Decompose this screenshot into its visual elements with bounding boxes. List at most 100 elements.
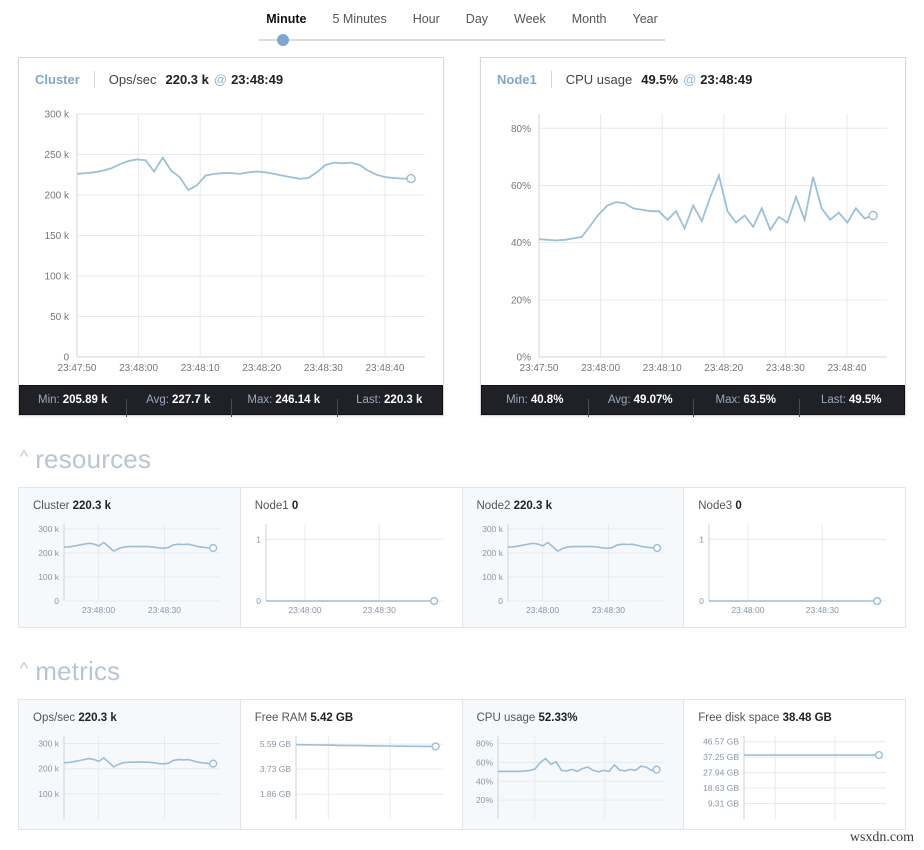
chart-stats-bar: Min: 40.8% Avg: 49.07% Max: 63.5% Last: 49.5% bbox=[481, 385, 905, 417]
metric-card-cpu-usage[interactable]: CPU usage 52.33% 20% 40% 60% 80% bbox=[462, 699, 685, 830]
svg-text:9.31 GB: 9.31 GB bbox=[708, 799, 740, 809]
svg-text:300 k: 300 k bbox=[38, 739, 60, 749]
metric-card-free-ram[interactable]: Free RAM 5.42 GB 1.86 GB 3.73 GB 5.59 GB bbox=[240, 699, 463, 830]
chart-node-label[interactable]: Cluster bbox=[35, 72, 80, 87]
svg-text:20%: 20% bbox=[475, 795, 492, 805]
time-range-slider-track[interactable] bbox=[259, 34, 665, 46]
metric-card-value: 220.3 k bbox=[78, 712, 117, 724]
metric-card-value: 220.3 k bbox=[513, 500, 552, 512]
metric-card-label: Node1 bbox=[254, 500, 289, 512]
svg-text:1.86 GB: 1.86 GB bbox=[260, 789, 292, 799]
stat-avg: Avg: 227.7 k bbox=[125, 394, 232, 417]
metric-card-label: CPU usage bbox=[476, 712, 536, 724]
section-header-resources[interactable]: ^ resources bbox=[0, 444, 924, 475]
chart-current-value: 220.3 k bbox=[165, 72, 209, 87]
svg-text:23:48:30: 23:48:30 bbox=[806, 605, 839, 615]
time-range-tab-month[interactable]: Month bbox=[559, 11, 620, 27]
metric-card-plot[interactable]: 0 100 k 200 k 300 k 23:48:00 23:48:30 bbox=[473, 516, 674, 621]
svg-text:0: 0 bbox=[256, 596, 261, 606]
svg-text:23:48:10: 23:48:10 bbox=[181, 363, 220, 374]
metric-card-title: Node1 0 bbox=[255, 500, 452, 512]
metric-card-free-disk-space[interactable]: Free disk space 38.48 GB 9.31 GB 18.63 GB 2… bbox=[684, 699, 906, 830]
metric-card-node3[interactable]: Node3 0 0 1 23:48:00 23:48:30 bbox=[684, 487, 906, 628]
collapse-caret-icon[interactable]: ^ bbox=[20, 660, 28, 677]
time-range-tab-5-minutes[interactable]: 5 Minutes bbox=[320, 11, 400, 27]
svg-text:18.63 GB: 18.63 GB bbox=[703, 783, 739, 793]
svg-text:60%: 60% bbox=[475, 757, 492, 767]
chart-stats-bar: Min: 205.89 k Avg: 227.7 k Max: 246.14 k Last:… bbox=[19, 385, 443, 417]
card-row-resources: Cluster 220.3 k 0 100 k 200 k 300 k 23:48:00 2… bbox=[0, 487, 924, 628]
chart-plot-area[interactable]: 0 50 k 100 k 150 k 200 k 250 k 300 k 23:47:50 23… bbox=[19, 100, 443, 385]
svg-text:23:48:00: 23:48:00 bbox=[288, 605, 321, 615]
svg-text:100 k: 100 k bbox=[45, 272, 70, 283]
metric-card-plot[interactable]: 0 100 k 200 k 300 k 23:48:00 23:48:30 bbox=[29, 516, 230, 621]
metric-card-label: Ops/sec bbox=[33, 712, 76, 724]
stat-value: 246.14 k bbox=[275, 394, 321, 406]
chart-metric-label: Ops/sec bbox=[108, 72, 157, 87]
metric-card-plot[interactable]: 20% 40% 60% 80% bbox=[473, 728, 674, 823]
dashboard-page: Minute 5 Minutes Hour Day Week Month Year Clus… bbox=[0, 0, 924, 850]
svg-text:23:48:30: 23:48:30 bbox=[304, 363, 343, 374]
time-range-slider-knob[interactable] bbox=[277, 34, 290, 46]
metric-card-value: 220.3 k bbox=[72, 500, 112, 512]
metric-card-ops-sec[interactable]: Ops/sec 220.3 k 100 k 200 k 300 k bbox=[18, 699, 241, 830]
svg-text:200 k: 200 k bbox=[45, 191, 70, 202]
stat-label: Last: bbox=[356, 394, 382, 406]
svg-text:5.59 GB: 5.59 GB bbox=[260, 739, 292, 749]
svg-text:300 k: 300 k bbox=[38, 524, 60, 534]
stat-value: 49.5% bbox=[848, 394, 882, 406]
time-range-tab-week[interactable]: Week bbox=[501, 11, 559, 27]
time-range-tab-minute[interactable]: Minute bbox=[253, 11, 319, 27]
primary-chart-card-cluster: Cluster Ops/sec 220.3 k @23:48:49 0 50 k 100 k… bbox=[18, 57, 444, 417]
metric-card-plot[interactable]: 100 k 200 k 300 k bbox=[29, 728, 230, 823]
metric-card-node1[interactable]: Node1 0 0 1 23:48:00 23:48:30 bbox=[240, 487, 463, 628]
metric-card-plot[interactable]: 1.86 GB 3.73 GB 5.59 GB bbox=[251, 728, 452, 823]
collapse-caret-icon[interactable]: ^ bbox=[20, 448, 28, 465]
divider bbox=[93, 71, 95, 88]
card-row-metrics: Ops/sec 220.3 k 100 k 200 k 300 k Free RAM 5… bbox=[0, 699, 924, 830]
svg-text:60%: 60% bbox=[511, 181, 531, 192]
stat-label: Max: bbox=[715, 394, 741, 406]
svg-text:100 k: 100 k bbox=[482, 572, 504, 582]
stat-value: 63.5% bbox=[743, 394, 777, 406]
svg-text:200 k: 200 k bbox=[482, 548, 504, 558]
chart-plot-area[interactable]: 0% 20% 40% 60% 80% 23:47:50 23:48:00 23:48:10 23… bbox=[481, 100, 905, 385]
chart-metric-label: CPU usage bbox=[565, 72, 633, 87]
stat-label: Min: bbox=[38, 394, 60, 406]
metric-card-value: 0 bbox=[735, 500, 742, 512]
svg-text:0%: 0% bbox=[517, 353, 532, 364]
svg-text:0: 0 bbox=[63, 353, 69, 364]
svg-text:23:48:40: 23:48:40 bbox=[365, 363, 404, 374]
section-header-metrics[interactable]: ^ metrics bbox=[0, 656, 924, 687]
metric-card-node2[interactable]: Node2 220.3 k 0 100 k 200 k 300 k 23:48:00 23:… bbox=[462, 487, 685, 628]
svg-text:0: 0 bbox=[700, 596, 705, 606]
metric-card-title: Node3 0 bbox=[698, 500, 895, 512]
stat-min: Min: 40.8% bbox=[482, 394, 588, 406]
svg-text:23:48:10: 23:48:10 bbox=[643, 363, 682, 374]
time-range-inner: Minute 5 Minutes Hour Day Week Month Year bbox=[253, 11, 671, 46]
metric-card-cluster[interactable]: Cluster 220.3 k 0 100 k 200 k 300 k 23:48:00 2… bbox=[18, 487, 241, 628]
stat-label: Max: bbox=[247, 394, 273, 406]
metric-card-title: CPU usage 52.33% bbox=[477, 712, 674, 724]
svg-text:1: 1 bbox=[700, 534, 705, 544]
svg-text:23:48:30: 23:48:30 bbox=[362, 605, 395, 615]
chart-current-value: 49.5% bbox=[641, 72, 679, 87]
svg-text:23:48:00: 23:48:00 bbox=[82, 605, 115, 615]
svg-text:1: 1 bbox=[256, 534, 261, 544]
time-range-tab-day[interactable]: Day bbox=[453, 11, 501, 27]
metric-card-title: Ops/sec 220.3 k bbox=[33, 712, 230, 724]
svg-text:23:47:50: 23:47:50 bbox=[520, 363, 559, 374]
svg-text:23:48:30: 23:48:30 bbox=[591, 605, 624, 615]
svg-text:23:48:30: 23:48:30 bbox=[148, 605, 181, 615]
chart-node-label[interactable]: Node1 bbox=[497, 72, 537, 87]
time-range-tab-year[interactable]: Year bbox=[620, 11, 671, 27]
metric-card-plot[interactable]: 0 1 23:48:00 23:48:30 bbox=[694, 516, 895, 621]
metric-card-plot[interactable]: 9.31 GB 18.63 GB 27.94 GB 37.25 GB 46.57 GB bbox=[694, 728, 895, 823]
metric-card-plot[interactable]: 0 1 23:48:00 23:48:30 bbox=[251, 516, 452, 621]
metric-card-title: Cluster 220.3 k bbox=[33, 500, 230, 512]
time-range-tab-hour[interactable]: Hour bbox=[400, 11, 453, 27]
metric-card-label: Node3 bbox=[698, 500, 733, 512]
svg-text:40%: 40% bbox=[511, 238, 531, 249]
metric-card-title: Node2 220.3 k bbox=[477, 500, 674, 512]
metric-card-label: Node2 bbox=[476, 500, 511, 512]
